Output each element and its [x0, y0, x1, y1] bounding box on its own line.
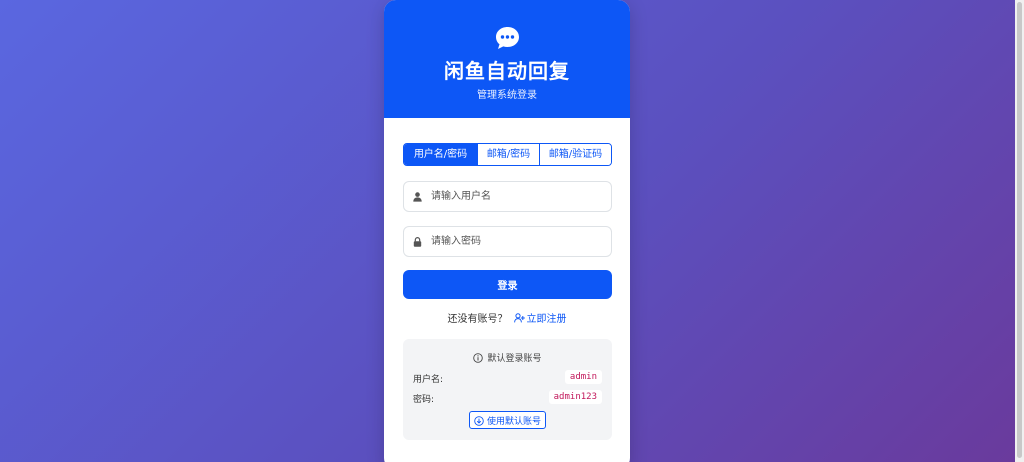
lock-icon	[413, 237, 422, 247]
app-subtitle: 管理系统登录	[477, 90, 537, 101]
info-circle-icon	[473, 353, 484, 363]
default-account-title: 默认登录账号	[487, 354, 542, 364]
default-password-value: admin123	[548, 390, 602, 404]
username-field	[403, 181, 612, 212]
login-card: 闲鱼自动回复 管理系统登录 用户名/密码 邮箱/密码 邮箱/验证码 登录 还没有…	[384, 0, 630, 462]
scrollbar-thumb[interactable]	[1017, 2, 1022, 458]
tab-email-code[interactable]: 邮箱/验证码	[539, 144, 611, 165]
login-method-tabs: 用户名/密码 邮箱/密码 邮箱/验证码	[403, 143, 612, 166]
register-prompt: 还没有账号？	[447, 314, 508, 325]
app-title: 闲鱼自动回复	[444, 59, 570, 83]
default-username-label: 用户名:	[413, 375, 444, 385]
register-link[interactable]: 立即注册	[513, 313, 567, 325]
tab-username-password[interactable]: 用户名/密码	[404, 144, 477, 165]
download-circle-icon	[474, 415, 484, 426]
register-prompt-line: 还没有账号？ 立即注册	[384, 310, 630, 325]
use-default-account-button[interactable]: 使用默认账号	[469, 411, 546, 429]
password-input[interactable]	[431, 227, 606, 256]
default-username-value: admin	[564, 370, 602, 384]
default-password-label: 密码:	[413, 395, 435, 405]
username-input[interactable]	[431, 182, 606, 211]
register-link-label: 立即注册	[526, 314, 567, 325]
chat-bubble-icon	[496, 27, 519, 49]
tab-email-password[interactable]: 邮箱/密码	[477, 144, 539, 165]
password-field	[403, 226, 612, 257]
page-scrollbar[interactable]	[1015, 0, 1024, 462]
login-button[interactable]: 登录	[403, 270, 612, 299]
user-icon	[413, 192, 422, 202]
card-header: 闲鱼自动回复 管理系统登录	[384, 0, 630, 118]
default-account-panel: 默认登录账号 用户名: admin 密码: admin123 使用默认账号	[403, 339, 612, 440]
user-plus-icon	[513, 313, 525, 323]
use-default-account-label: 使用默认账号	[486, 416, 541, 427]
default-account-title-row: 默认登录账号	[403, 351, 612, 364]
